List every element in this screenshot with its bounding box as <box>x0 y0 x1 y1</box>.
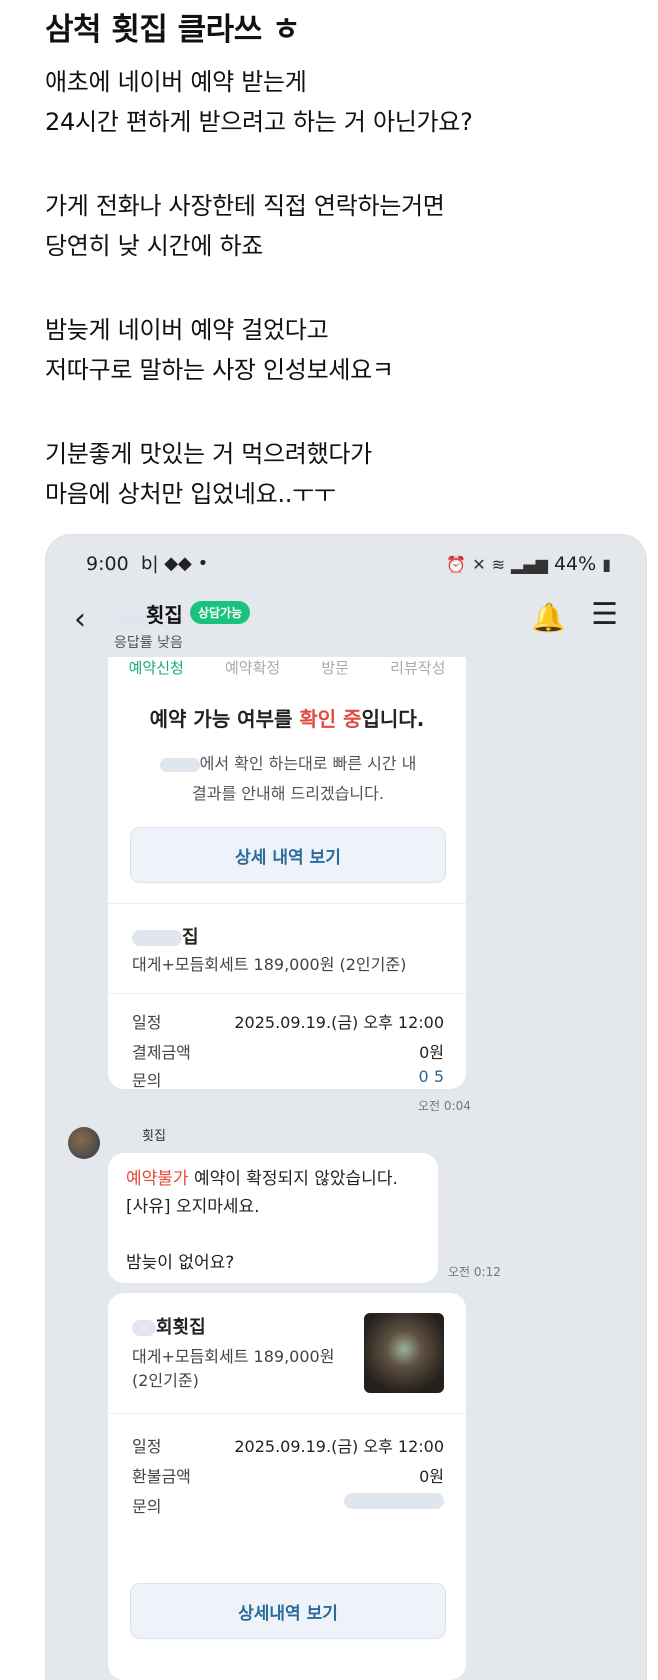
notice-description: 에서 확인 하는대로 빠른 시간 내 결과를 안내해 드리겠습니다. <box>128 749 448 809</box>
payment-row: 결제금액 0원 <box>132 1043 444 1062</box>
paragraph: 애초에 네이버 예약 받는게 24시간 편하게 받으려고 하는 거 아닌가요? <box>45 62 645 142</box>
cancel-card: 회횟집 대게+모듬회세트 189,000원 (2인기준) 일정 2025.09.1… <box>108 1293 466 1680</box>
menu-icon[interactable]: ☰ <box>591 597 618 632</box>
wifi-icon: ≋ <box>491 554 506 574</box>
reservation-steps: 예약신청 예약확정 방문 리뷰작성 <box>108 657 466 687</box>
phone-screenshot: 9:00 b| ◆◆ • ⏰ ✕ ≋ ▂▄▆ 44% ▮ ‹ 횟집 상담가능 응… <box>45 534 647 1680</box>
post-line: 마음에 상처만 입었네요..ㅜㅜ <box>45 480 336 508</box>
step-confirm: 예약확정 <box>224 659 281 677</box>
card-item: (2인기준) <box>132 1371 199 1390</box>
status-bar: 9:00 b| ◆◆ • ⏰ ✕ ≋ ▂▄▆ 44% ▮ <box>46 535 646 587</box>
refund-row: 환불금액 0원 <box>132 1467 444 1486</box>
battery-level: 44% <box>553 553 597 575</box>
schedule-row: 일정 2025.09.19.(금) 오후 12:00 <box>132 1437 444 1456</box>
step-request: 예약신청 <box>128 659 184 677</box>
inquiry-row: 문의 0 5 <box>132 1067 444 1089</box>
detail-button[interactable]: 상세 내역 보기 <box>130 827 446 883</box>
notice-title: 예약 가능 여부를 확인 중입니다. <box>149 707 425 731</box>
alarm-icon: ⏰ <box>446 554 467 574</box>
shop-name: 횟집 <box>116 599 183 628</box>
step-visit: 방문 <box>321 659 349 677</box>
card-item: 대게+모듬회세트 189,000원 (2인기준) <box>132 955 407 974</box>
consult-badge: 상담가능 <box>190 601 251 624</box>
detail-button[interactable]: 상세내역 보기 <box>130 1583 446 1639</box>
post-body: 애초에 네이버 예약 받는게 24시간 편하게 받으려고 하는 거 아닌가요? … <box>45 62 645 514</box>
food-thumbnail[interactable] <box>364 1313 444 1393</box>
post-line: 당연히 낮 시간에 하죠 <box>45 232 264 260</box>
step-review: 리뷰작성 <box>390 659 446 677</box>
post-line: 애초에 네이버 예약 받는게 <box>45 68 307 96</box>
paragraph: 기분좋게 맛있는 거 먹으려했다가 마음에 상처만 입었네요..ㅜㅜ <box>45 434 645 514</box>
post-line: 밤늦게 네이버 예약 걸었다고 <box>45 316 329 344</box>
avatar[interactable] <box>68 1127 100 1159</box>
post-line: 24시간 편하게 받으려고 하는 거 아닌가요? <box>45 108 473 136</box>
paragraph: 가게 전화나 사장한테 직접 연락하는거면 당연히 낮 시간에 하죠 <box>45 186 645 266</box>
post-line: 가게 전화나 사장한테 직접 연락하는거면 <box>45 192 445 220</box>
back-icon[interactable]: ‹ <box>74 605 86 635</box>
paragraph: 밤늦게 네이버 예약 걸었다고 저따구로 말하는 사장 인성보세요ㅋ <box>45 310 645 390</box>
message-time: 오전 0:12 <box>448 1265 501 1279</box>
signal-icon: ▂▄▆ <box>511 554 548 574</box>
post-line: 기분좋게 맛있는 거 먹으려했다가 <box>45 440 372 468</box>
response-rate: 응답률 낮음 <box>114 635 183 651</box>
battery-icon: ▮ <box>602 554 611 574</box>
post-line: 저따구로 말하는 사장 인성보세요ㅋ <box>45 356 394 384</box>
status-left-icons: b| ◆◆ • <box>141 553 209 574</box>
inquiry-row: 문의 <box>132 1493 444 1517</box>
status-time: 9:00 <box>86 553 129 575</box>
card-item: 대게+모듬회세트 189,000원 <box>132 1347 335 1366</box>
message-time: 오전 0:04 <box>418 1099 471 1113</box>
sender-name: 횟집 <box>112 1125 166 1144</box>
mute-icon: ✕ <box>472 554 486 574</box>
card-shop-name: 집 <box>132 923 199 949</box>
post-title: 삼척 횟집 클라쓰 ㅎ <box>45 12 301 48</box>
bell-plus-icon[interactable]: 🔔 <box>531 601 566 634</box>
reservation-card: 예약신청 예약확정 방문 리뷰작성 예약 가능 여부를 확인 중입니다. 에서 … <box>108 657 466 1089</box>
chat-header: ‹ 횟집 상담가능 응답률 낮음 🔔 ☰ <box>46 587 646 657</box>
schedule-row: 일정 2025.09.19.(금) 오후 12:00 <box>132 1013 444 1032</box>
message-bubble: 예약불가 예약이 확정되지 않았습니다. [사유] 오지마세요. 밤늦이 없어요… <box>108 1153 438 1283</box>
card-shop-name: 회횟집 <box>132 1313 206 1339</box>
